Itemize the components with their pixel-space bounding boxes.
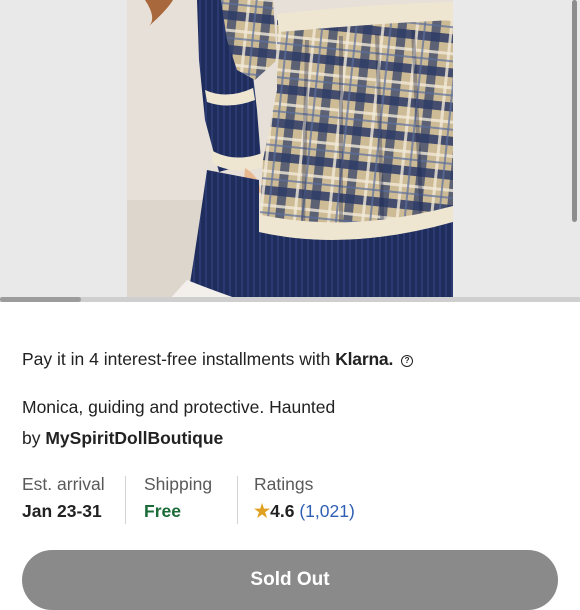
seller-link[interactable]: MySpiritDollBoutique xyxy=(45,428,223,448)
ratings-label: Ratings xyxy=(254,474,314,494)
rating-count-link[interactable]: (1,021) xyxy=(299,501,354,521)
ratings-stat[interactable]: Ratings ★4.6 (1,021) xyxy=(254,474,355,522)
sold-out-button[interactable]: Sold Out xyxy=(22,550,558,610)
product-stats: Est. arrival Jan 23-31 Shipping Free Rat… xyxy=(0,474,580,528)
rating-score: 4.6 xyxy=(270,501,295,521)
carousel-scroll-thumb[interactable] xyxy=(0,297,81,302)
shipping-value: Free xyxy=(144,501,181,521)
seller-line: by MySpiritDollBoutique xyxy=(22,428,223,449)
product-title: Monica, guiding and protective. Haunted xyxy=(22,397,336,417)
help-circle-icon[interactable]: ? xyxy=(401,355,414,367)
shipping-label: Shipping xyxy=(144,474,213,494)
arrival-value: Jan 23-31 xyxy=(22,501,102,521)
arrival-label: Est. arrival xyxy=(22,474,105,494)
installments-banner[interactable]: Pay it in 4 interest-free installments w… xyxy=(22,349,414,370)
page-scrollbar[interactable] xyxy=(572,0,577,222)
installments-text: Pay it in 4 interest-free installments w… xyxy=(22,349,331,369)
arrival-stat: Est. arrival Jan 23-31 xyxy=(22,474,105,522)
product-photo[interactable] xyxy=(127,0,453,302)
stat-divider xyxy=(125,476,126,524)
seller-prefix: by xyxy=(22,428,41,448)
klarna-logo: Klarna. xyxy=(335,349,394,369)
ratings-value: ★4.6 (1,021) xyxy=(254,501,355,522)
stat-divider xyxy=(237,476,238,524)
star-icon: ★ xyxy=(254,501,271,521)
product-image-carousel[interactable] xyxy=(0,0,580,302)
shipping-stat[interactable]: Shipping Free xyxy=(144,474,212,522)
carousel-scrollbar[interactable] xyxy=(0,297,580,302)
